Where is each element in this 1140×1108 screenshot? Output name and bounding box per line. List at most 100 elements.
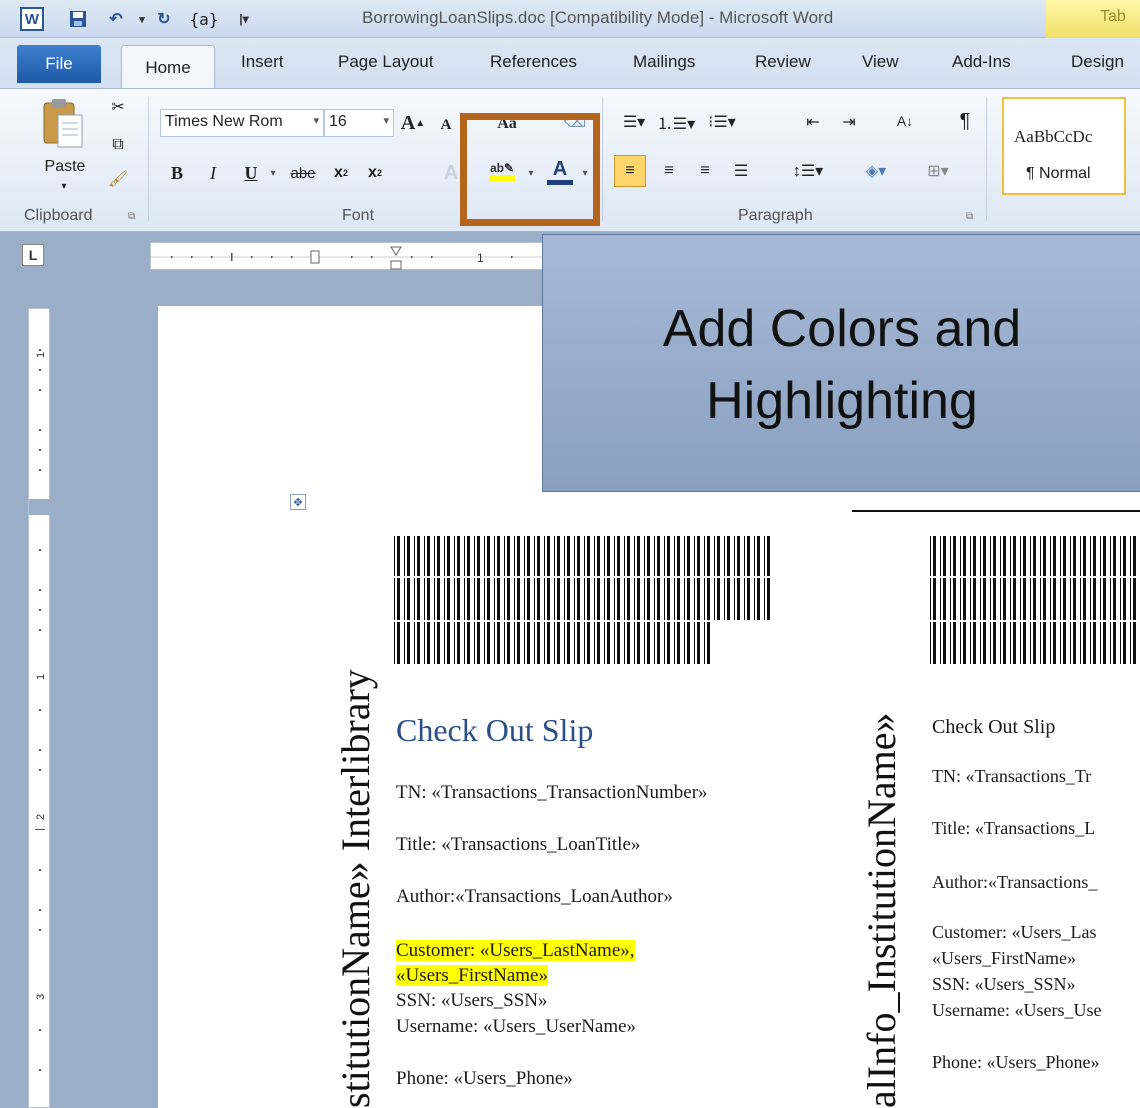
slip1-tn: TN: «Transactions_TransactionNumber» <box>396 782 708 803</box>
paste-icon[interactable] <box>40 97 86 151</box>
tab-add-ins[interactable]: Add-Ins <box>952 52 1011 72</box>
tab-home[interactable]: Home <box>121 45 215 89</box>
slip2-ssn: SSN: «Users_SSN» <box>932 974 1076 994</box>
decrease-indent-icon[interactable]: ⇤ <box>800 109 826 135</box>
dialog-launcher-icon[interactable]: ⧉ <box>966 211 973 222</box>
slip2-username: Username: «Users_Use <box>932 1000 1102 1020</box>
increase-indent-icon[interactable]: ⇥ <box>836 109 862 135</box>
tab-page-layout[interactable]: Page Layout <box>338 52 433 72</box>
slip2-customer-line2: «Users_FirstName» <box>932 948 1076 968</box>
paste-dropdown-icon[interactable]: ▾ <box>56 179 72 193</box>
slip1-customer-line1: Customer: «Users_LastName», <box>396 940 635 961</box>
shrink-font-icon[interactable]: A <box>434 113 458 137</box>
tab-design[interactable]: Design <box>1071 52 1124 72</box>
italic-icon[interactable]: I <box>200 159 226 187</box>
style-preview: AaBbCcDc <box>1014 127 1093 146</box>
word-logo-icon[interactable]: W <box>20 7 44 31</box>
bold-icon[interactable]: B <box>164 159 190 187</box>
slip2-author: Author:«Transactions_ <box>932 872 1098 892</box>
undo-dropdown-icon[interactable]: ▾ <box>130 7 154 31</box>
slip2-vertical-text: alInfo_InstitutionName» <box>859 712 904 1108</box>
callout-line2: Highlighting <box>706 372 978 430</box>
font-size-combo[interactable]: 16 ▾ <box>324 109 394 137</box>
undo-icon[interactable]: ↶ <box>104 7 128 31</box>
slip1-username: Username: «Users_UserName» <box>396 1016 637 1037</box>
show-formatting-icon[interactable]: ¶ <box>952 107 978 135</box>
title-bar: W ↶ ▾ ↻ {a} |▾ BorrowingLoanSlips.doc [C… <box>0 0 1140 38</box>
svg-text:1: 1 <box>35 352 47 358</box>
table-top-border <box>852 510 1140 512</box>
slip2-heading: Check Out Slip <box>932 716 1056 738</box>
tab-mailings[interactable]: Mailings <box>633 52 695 72</box>
customize-qat-icon[interactable]: |▾ <box>232 7 256 31</box>
line-spacing-icon[interactable]: ↕☰▾ <box>788 155 828 187</box>
slip2-barcode <box>930 536 1140 664</box>
align-right-icon[interactable]: ≡ <box>690 155 720 187</box>
copy-icon[interactable]: ⧉ <box>106 133 130 157</box>
tab-review[interactable]: Review <box>755 52 811 72</box>
slip2-title: Title: «Transactions_L <box>932 818 1096 838</box>
slip1-heading: Check Out Slip <box>396 712 594 748</box>
vertical-ruler[interactable]: 1 1 2 3 <box>28 308 51 1108</box>
cut-icon[interactable]: ✂ <box>106 95 130 119</box>
group-separator <box>602 97 603 221</box>
strikethrough-icon[interactable]: abe <box>286 159 320 187</box>
horizontal-ruler[interactable]: 1 <box>150 242 551 270</box>
tab-selector-icon[interactable]: L <box>22 244 44 266</box>
justify-icon[interactable]: ☰ <box>726 155 756 187</box>
subscript-icon[interactable]: x2 <box>326 159 356 187</box>
window-title: BorrowingLoanSlips.doc [Compatibility Mo… <box>362 8 834 27</box>
slip2-phone: Phone: «Users_Phone» <box>932 1052 1100 1072</box>
sort-icon[interactable]: A↓ <box>890 107 920 135</box>
font-size-dropdown-icon[interactable]: ▾ <box>383 114 389 127</box>
tab-references[interactable]: References <box>490 52 577 72</box>
underline-dropdown-icon[interactable]: ▾ <box>266 163 280 183</box>
context-tab-header: Tab <box>1046 0 1140 38</box>
slip2-customer-line1: Customer: «Users_Las <box>932 922 1097 942</box>
callout-overlay: Add Colors and Highlighting <box>542 234 1140 492</box>
align-left-icon[interactable]: ≡ <box>614 155 646 187</box>
underline-icon[interactable]: U <box>238 159 264 187</box>
slip1-customer: Customer: «Users_LastName», «Users_First… <box>396 938 635 988</box>
bullets-icon[interactable]: ☰▾ <box>618 109 650 135</box>
callout-highlight-box <box>460 113 600 226</box>
svg-text:2: 2 <box>35 814 47 820</box>
paste-button[interactable]: Paste <box>38 155 92 179</box>
svg-text:3: 3 <box>35 994 47 1000</box>
shading-icon[interactable]: ◈▾ <box>856 155 896 187</box>
style-name: ¶ Normal <box>1026 165 1091 182</box>
font-name-value: Times New Rom <box>165 113 283 130</box>
table-move-handle-icon[interactable]: ✥ <box>290 494 306 510</box>
borders-icon[interactable]: ⊞▾ <box>918 155 958 187</box>
slip1-barcode <box>394 536 774 664</box>
style-normal-tile[interactable]: AaBbCcDc ¶ Normal <box>1002 97 1126 195</box>
group-label-paragraph: Paragraph <box>738 207 813 224</box>
format-painter-icon[interactable]: 🖌 <box>106 167 130 191</box>
dialog-launcher-icon[interactable]: ⧉ <box>128 211 135 222</box>
slip1-title: Title: «Transactions_LoanTitle» <box>396 834 641 855</box>
slip1-vertical-text: stitutionName» Interlibrary <box>333 669 378 1108</box>
tab-view[interactable]: View <box>862 52 899 72</box>
slip2-tn: TN: «Transactions_Tr <box>932 766 1092 786</box>
svg-text:1: 1 <box>35 674 47 680</box>
redo-icon[interactable]: ↻ <box>152 7 176 31</box>
superscript-icon[interactable]: x2 <box>360 159 390 187</box>
insert-field-button[interactable]: {a} <box>184 7 224 31</box>
callout-text: Add Colors and Highlighting <box>543 235 1140 437</box>
font-size-value: 16 <box>329 113 347 130</box>
grow-font-icon[interactable]: A ▲ <box>400 109 426 137</box>
multilevel-list-icon[interactable]: ⁝☰▾ <box>700 109 744 135</box>
align-center-icon[interactable]: ≡ <box>654 155 684 187</box>
font-name-combo[interactable]: Times New Rom ▾ <box>160 109 324 137</box>
save-icon[interactable] <box>66 7 90 31</box>
numbering-icon[interactable]: ⒈☰▾ <box>656 109 696 135</box>
slip1-phone: Phone: «Users_Phone» <box>396 1068 573 1089</box>
slip1-customer-line2: «Users_FirstName» <box>396 965 548 986</box>
group-label-clipboard: Clipboard <box>24 207 93 224</box>
group-separator <box>148 97 149 221</box>
font-name-dropdown-icon[interactable]: ▾ <box>313 114 319 127</box>
slip1-author: Author:«Transactions_LoanAuthor» <box>396 886 673 907</box>
tab-insert[interactable]: Insert <box>241 52 284 72</box>
group-separator <box>986 97 987 221</box>
tab-file[interactable]: File <box>17 45 101 83</box>
